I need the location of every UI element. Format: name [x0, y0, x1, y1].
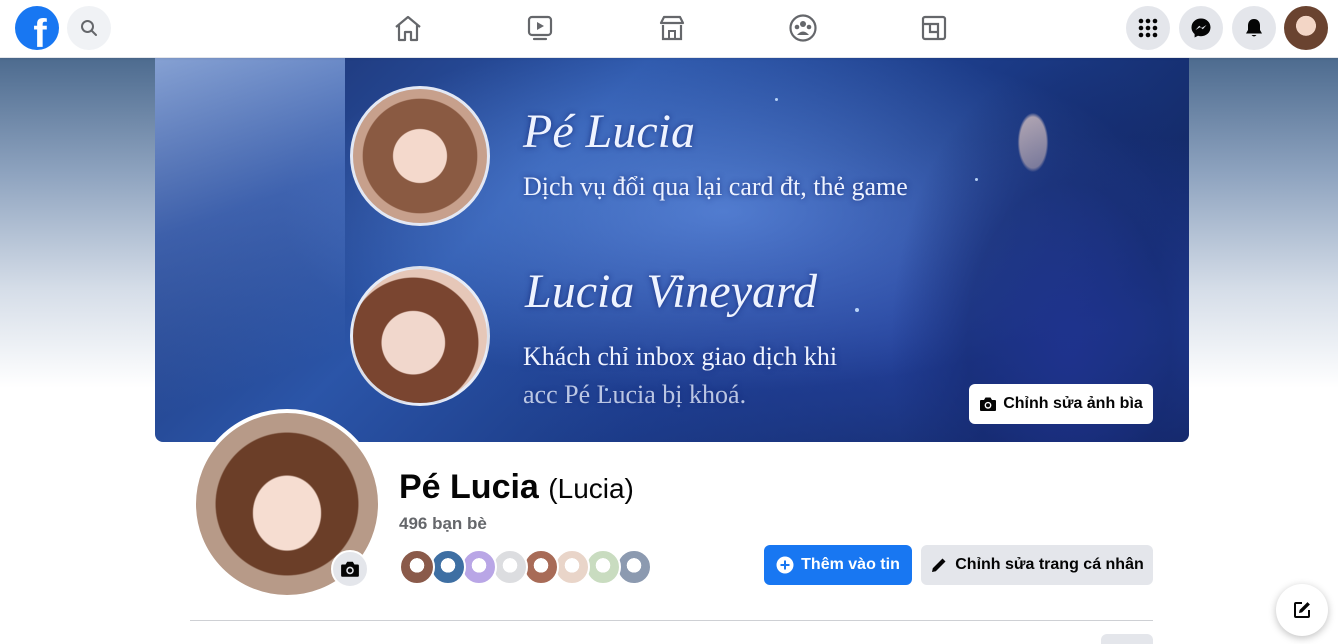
nav-gaming-tab[interactable]: [916, 10, 952, 46]
profile-alternate-name: (Lucia): [548, 473, 634, 504]
marketplace-icon: [659, 15, 685, 41]
nav-groups-tab[interactable]: [785, 10, 821, 46]
add-to-story-button[interactable]: Thêm vào tin: [764, 545, 912, 585]
pencil-icon: [932, 558, 946, 572]
profile-name: Pé Lucia (Lucia): [399, 468, 634, 507]
nav-home-tab[interactable]: [390, 10, 426, 46]
edit-profile-button[interactable]: Chỉnh sửa trang cá nhân: [921, 545, 1153, 585]
new-message-button[interactable]: [1276, 584, 1328, 636]
video-icon: [527, 15, 553, 41]
camera-icon: [980, 397, 997, 411]
friend-avatar[interactable]: [399, 549, 435, 585]
friend-avatar[interactable]: [616, 549, 652, 585]
nav-marketplace-tab[interactable]: [654, 10, 690, 46]
edit-cover-photo-label: Chỉnh sửa ảnh bìa: [1003, 395, 1143, 412]
profile-header-divider: [190, 620, 1153, 621]
friend-avatar[interactable]: [554, 549, 590, 585]
groups-icon: [789, 14, 817, 42]
cover-portrait-2: [350, 266, 490, 406]
menu-button[interactable]: [1126, 6, 1170, 50]
profile-display-name: Pé Lucia: [399, 468, 539, 506]
plus-circle-icon: [776, 556, 794, 574]
home-icon: [395, 15, 421, 42]
search-icon: [81, 20, 97, 36]
edit-profile-label: Chỉnh sửa trang cá nhân: [955, 556, 1144, 573]
menu-grid-icon: [1138, 18, 1158, 38]
account-avatar[interactable]: [1284, 6, 1328, 50]
messenger-button[interactable]: [1179, 6, 1223, 50]
nav-video-tab[interactable]: [522, 10, 558, 46]
search-button[interactable]: [67, 6, 111, 50]
gaming-icon: [921, 15, 947, 41]
friend-avatar[interactable]: [430, 549, 466, 585]
update-profile-picture-button[interactable]: [331, 550, 369, 588]
notifications-button[interactable]: [1232, 6, 1276, 50]
friend-avatar[interactable]: [461, 549, 497, 585]
messenger-icon: [1191, 18, 1211, 38]
cover-sparkle: [855, 308, 859, 312]
friends-count-link[interactable]: 496 bạn bè: [399, 514, 487, 534]
cover-sparkle: [775, 98, 778, 101]
cover-title-1: Pé Lucia: [523, 105, 695, 158]
camera-icon: [341, 561, 359, 577]
friend-avatar[interactable]: [585, 549, 621, 585]
facebook-logo[interactable]: f: [15, 6, 59, 50]
cover-title-2: Lucia Vineyard: [525, 265, 817, 318]
compose-icon: [1294, 602, 1310, 618]
cover-sparkle: [975, 178, 978, 181]
friend-avatars-row: [399, 549, 659, 585]
cover-subtitle-2-line2: acc Pé Lucia bị khoá.: [523, 380, 747, 409]
cover-subtitle-2-line1: Khách chỉ inbox giao dịch khi: [523, 342, 838, 371]
cover-illustration-left: [155, 58, 345, 442]
edit-cover-photo-button[interactable]: Chỉnh sửa ảnh bìa: [969, 384, 1153, 424]
top-navigation-bar: f: [0, 0, 1338, 58]
friend-avatar[interactable]: [492, 549, 528, 585]
notifications-icon: [1246, 19, 1262, 37]
cover-portrait-1: [350, 86, 490, 226]
friend-avatar[interactable]: [523, 549, 559, 585]
profile-more-button[interactable]: [1101, 634, 1153, 644]
facebook-logo-letter: f: [33, 12, 47, 50]
cover-subtitle-1: Dịch vụ đổi qua lại card đt, thẻ game: [523, 172, 908, 201]
add-to-story-label: Thêm vào tin: [801, 556, 900, 573]
